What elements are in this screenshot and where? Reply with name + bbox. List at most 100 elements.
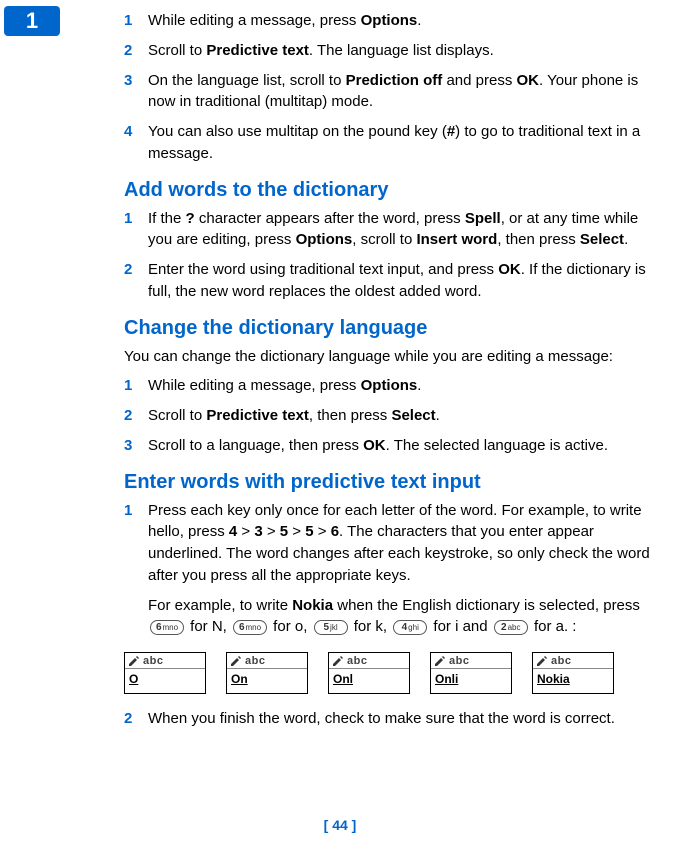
step-number bbox=[124, 595, 148, 639]
pencil-icon bbox=[536, 656, 548, 666]
step: 2Enter the word using traditional text i… bbox=[124, 259, 656, 303]
step: 2When you finish the word, check to make… bbox=[124, 708, 656, 730]
bold-text: OK bbox=[363, 437, 386, 454]
step-number: 1 bbox=[124, 375, 148, 397]
page-number: [ 44 ] bbox=[0, 817, 680, 833]
step-number: 2 bbox=[124, 405, 148, 427]
phone-key-icon: 5jkl bbox=[314, 620, 348, 635]
phone-screen-preview: abc Onli bbox=[430, 652, 512, 694]
bold-text: Insert word bbox=[416, 231, 497, 248]
bold-text: # bbox=[447, 123, 455, 140]
pencil-icon bbox=[332, 656, 344, 666]
step-text: While editing a message, press Options. bbox=[148, 10, 656, 32]
step-number: 1 bbox=[124, 500, 148, 587]
step-text: Scroll to Predictive text, then press Se… bbox=[148, 405, 656, 427]
chapter-tab: 1 bbox=[4, 6, 60, 36]
pencil-icon bbox=[128, 656, 140, 666]
step-list-d2: 2When you finish the word, check to make… bbox=[124, 708, 656, 730]
phone-key-icon: 6mno bbox=[233, 620, 267, 635]
step-text: Scroll to a language, then press OK. The… bbox=[148, 435, 656, 457]
step-text: For example, to write Nokia when the Eng… bbox=[148, 595, 656, 639]
bold-text: 5 bbox=[305, 523, 313, 540]
step-number: 4 bbox=[124, 121, 148, 165]
phone-key-icon: 4ghi bbox=[393, 620, 427, 635]
section-heading-change-lang: Change the dictionary language bbox=[124, 317, 656, 340]
step-text: While editing a message, press Options. bbox=[148, 375, 656, 397]
step-number: 3 bbox=[124, 435, 148, 457]
bold-text: 6 bbox=[331, 523, 339, 540]
screen-status-row: abc bbox=[329, 653, 409, 669]
bold-text: 4 bbox=[229, 523, 237, 540]
screen-status-row: abc bbox=[227, 653, 307, 669]
step-number: 1 bbox=[124, 208, 148, 252]
phone-screen-preview: abc On bbox=[226, 652, 308, 694]
step: 1While editing a message, press Options. bbox=[124, 375, 656, 397]
step-list-a: 1While editing a message, press Options.… bbox=[124, 10, 656, 165]
bold-text: Predictive text bbox=[206, 42, 309, 59]
screen-status-row: abc bbox=[533, 653, 613, 669]
step-list-d: 1Press each key only once for each lette… bbox=[124, 500, 656, 639]
step: 1If the ? character appears after the wo… bbox=[124, 208, 656, 252]
input-mode-label: abc bbox=[551, 655, 571, 667]
screen-word: Onli bbox=[431, 669, 511, 686]
step-text: Enter the word using traditional text in… bbox=[148, 259, 656, 303]
step-text: You can also use multitap on the pound k… bbox=[148, 121, 656, 165]
step: 4You can also use multitap on the pound … bbox=[124, 121, 656, 165]
bold-text: Options bbox=[296, 231, 353, 248]
screen-word: Nokia bbox=[533, 669, 613, 686]
step: 3On the language list, scroll to Predict… bbox=[124, 70, 656, 114]
bold-text: OK bbox=[517, 72, 540, 89]
bold-text: Nokia bbox=[292, 597, 333, 614]
input-mode-label: abc bbox=[347, 655, 367, 667]
step-number: 3 bbox=[124, 70, 148, 114]
screen-word: O bbox=[125, 669, 205, 686]
input-mode-label: abc bbox=[449, 655, 469, 667]
step-text: When you finish the word, check to make … bbox=[148, 708, 656, 730]
step-text: Scroll to Predictive text. The language … bbox=[148, 40, 656, 62]
step: 3Scroll to a language, then press OK. Th… bbox=[124, 435, 656, 457]
section-heading-predictive: Enter words with predictive text input bbox=[124, 471, 656, 494]
screen-word: Onl bbox=[329, 669, 409, 686]
page-content: 1While editing a message, press Options.… bbox=[124, 0, 656, 730]
bold-text: Prediction off bbox=[346, 72, 443, 89]
step-number: 2 bbox=[124, 259, 148, 303]
step-list-b: 1If the ? character appears after the wo… bbox=[124, 208, 656, 303]
step: 1While editing a message, press Options. bbox=[124, 10, 656, 32]
step-number: 1 bbox=[124, 10, 148, 32]
step: 1Press each key only once for each lette… bbox=[124, 500, 656, 587]
phone-key-icon: 6mno bbox=[150, 620, 184, 635]
bold-text: Select bbox=[391, 407, 435, 424]
screen-word: On bbox=[227, 669, 307, 686]
chapter-number: 1 bbox=[26, 8, 38, 34]
bold-text: Predictive text bbox=[206, 407, 309, 424]
screen-status-row: abc bbox=[125, 653, 205, 669]
step-text: If the ? character appears after the wor… bbox=[148, 208, 656, 252]
step-list-c: 1While editing a message, press Options.… bbox=[124, 375, 656, 456]
step-text: On the language list, scroll to Predicti… bbox=[148, 70, 656, 114]
bold-text: ? bbox=[186, 210, 195, 227]
screen-examples-row: abc Oabc On abc Onl abc Onli abc Nokia bbox=[124, 652, 656, 694]
screen-status-row: abc bbox=[431, 653, 511, 669]
step-text: Press each key only once for each letter… bbox=[148, 500, 656, 587]
phone-key-icon: 2abc bbox=[494, 620, 528, 635]
bold-text: Options bbox=[361, 377, 418, 394]
phone-screen-preview: abc Nokia bbox=[532, 652, 614, 694]
section-heading-dictionary: Add words to the dictionary bbox=[124, 179, 656, 202]
example-line: For example, to write Nokia when the Eng… bbox=[124, 595, 656, 639]
step-number: 2 bbox=[124, 40, 148, 62]
pencil-icon bbox=[230, 656, 242, 666]
bold-text: 3 bbox=[254, 523, 262, 540]
bold-text: Spell bbox=[465, 210, 501, 227]
input-mode-label: abc bbox=[245, 655, 265, 667]
bold-text: Select bbox=[580, 231, 624, 248]
step: 2Scroll to Predictive text. The language… bbox=[124, 40, 656, 62]
step: 2Scroll to Predictive text, then press S… bbox=[124, 405, 656, 427]
bold-text: OK bbox=[498, 261, 521, 278]
bold-text: 5 bbox=[280, 523, 288, 540]
input-mode-label: abc bbox=[143, 655, 163, 667]
bold-text: Options bbox=[361, 12, 418, 29]
phone-screen-preview: abc Onl bbox=[328, 652, 410, 694]
pencil-icon bbox=[434, 656, 446, 666]
step-number: 2 bbox=[124, 708, 148, 730]
phone-screen-preview: abc O bbox=[124, 652, 206, 694]
